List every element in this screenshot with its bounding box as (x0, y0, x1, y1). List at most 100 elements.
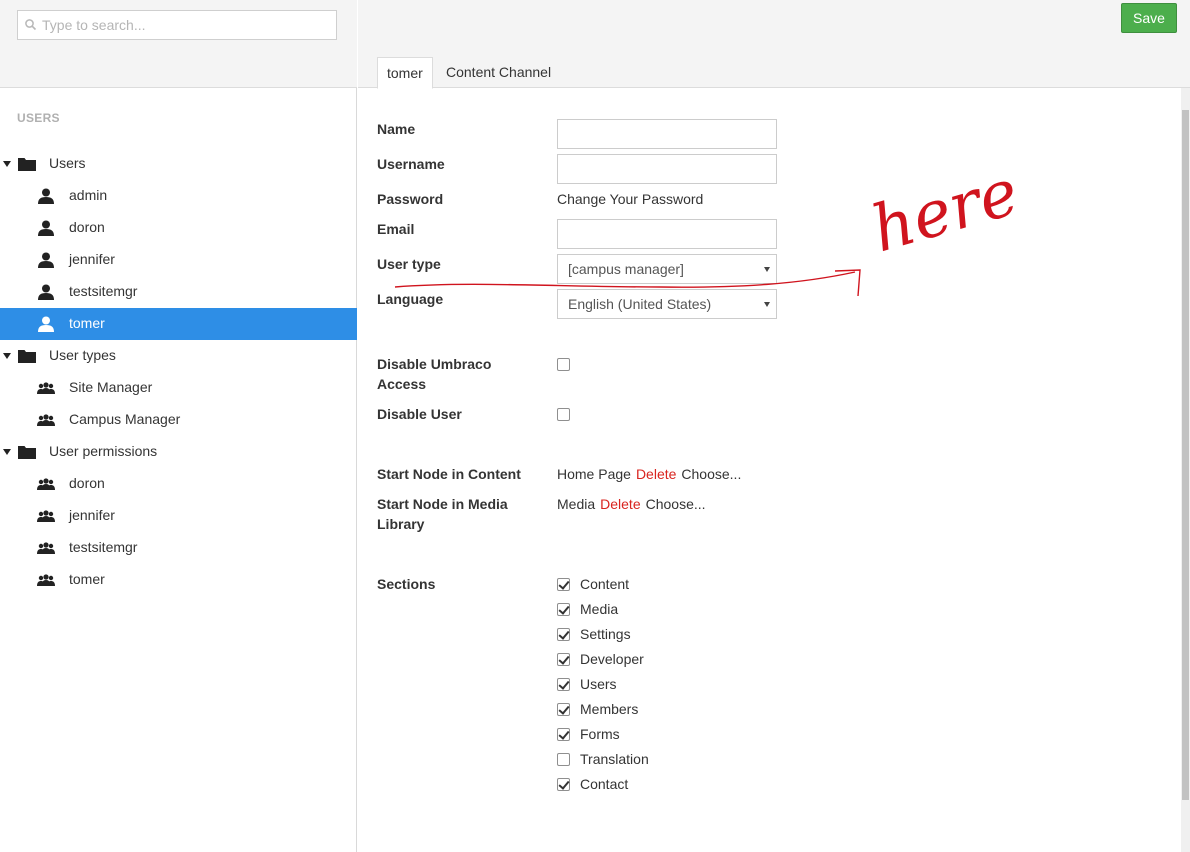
section-translation-label: Translation (580, 751, 649, 767)
users-group-icon (37, 478, 55, 490)
tree-node-users-folder[interactable]: Users (0, 148, 357, 180)
section-developer-checkbox[interactable] (557, 653, 570, 666)
tree-node-label: admin (69, 187, 108, 203)
user-icon (38, 316, 54, 332)
name-label: Name (377, 121, 416, 137)
folder-icon (18, 350, 36, 363)
scrollbar-thumb[interactable] (1182, 110, 1189, 800)
scrollbar[interactable] (1181, 88, 1190, 852)
language-select[interactable]: English (United States) (557, 289, 777, 319)
caret-down-icon[interactable] (3, 161, 11, 167)
start-node-media-value: Media Delete Choose... (557, 494, 706, 514)
email-label: Email (377, 221, 415, 237)
start-node-media-delete-link[interactable]: Delete (600, 496, 640, 512)
tree-node-label: doron (69, 475, 105, 491)
folder-icon (18, 158, 36, 171)
section-content-checkbox[interactable] (557, 578, 570, 591)
user-type-select[interactable]: [campus manager] (557, 254, 777, 284)
editor-header: Save tomer Content Channel (358, 0, 1190, 89)
tree-node-label: tomer (69, 315, 105, 331)
search-input[interactable] (42, 11, 332, 39)
tree-node-permission-testsitemgr[interactable]: testsitemgr (0, 532, 357, 564)
start-node-content-delete-link[interactable]: Delete (636, 466, 676, 482)
tree-node-label: jennifer (69, 507, 115, 523)
users-group-icon (37, 382, 55, 394)
language-selected-value: English (United States) (568, 296, 712, 312)
users-group-icon (37, 510, 55, 522)
dropdown-arrow-icon (764, 302, 770, 307)
section-members-label: Members (580, 701, 639, 717)
folder-icon (18, 446, 36, 459)
disable-umbraco-access-label: Disable Umbraco Access (377, 356, 492, 392)
tree-node-label: jennifer (69, 251, 115, 267)
caret-down-icon[interactable] (3, 449, 11, 455)
tree-node-user-doron[interactable]: doron (0, 212, 357, 244)
save-button[interactable]: Save (1121, 3, 1177, 33)
tree-node-label: testsitemgr (69, 539, 138, 555)
section-users-checkbox[interactable] (557, 678, 570, 691)
tree-node-permission-doron[interactable]: doron (0, 468, 357, 500)
section-media-checkbox[interactable] (557, 603, 570, 616)
section-developer-label: Developer (580, 651, 644, 667)
name-field[interactable] (557, 119, 777, 149)
username-label: Username (377, 156, 445, 172)
tree-node-permission-tomer[interactable]: tomer (0, 564, 357, 596)
section-translation-checkbox[interactable] (557, 753, 570, 766)
tree-node-user-types-folder[interactable]: User types (0, 340, 357, 372)
tree-node-user-tomer[interactable]: tomer (0, 308, 357, 340)
user-icon (38, 220, 54, 236)
user-icon (38, 188, 54, 204)
tree-node-label: testsitemgr (69, 283, 138, 299)
search-box[interactable] (17, 10, 337, 40)
tree-node-label: tomer (69, 571, 105, 587)
user-icon (38, 252, 54, 268)
tree-node-label: doron (69, 219, 105, 235)
start-node-content-label: Start Node in Content (377, 466, 521, 482)
user-type-label: User type (377, 256, 441, 272)
section-members-checkbox[interactable] (557, 703, 570, 716)
tree-node-user-admin[interactable]: admin (0, 180, 357, 212)
user-type-selected-value: [campus manager] (568, 261, 684, 277)
disable-user-label: Disable User (377, 406, 462, 422)
search-icon (25, 19, 37, 31)
disable-user-checkbox[interactable] (557, 408, 570, 421)
tree-node-user-permissions-folder[interactable]: User permissions (0, 436, 357, 468)
section-forms-checkbox[interactable] (557, 728, 570, 741)
change-password-link[interactable]: Change Your Password (557, 189, 703, 209)
tree-node-label: User types (49, 347, 116, 363)
section-settings-label: Settings (580, 626, 631, 642)
users-group-icon (37, 542, 55, 554)
dropdown-arrow-icon (764, 267, 770, 272)
tree-node-label: Users (49, 155, 86, 171)
disable-umbraco-access-checkbox[interactable] (557, 358, 570, 371)
main-panel: Save tomer Content Channel Name Username… (358, 0, 1190, 852)
start-node-media-label: Start Node in Media Library (377, 496, 508, 532)
user-icon (38, 284, 54, 300)
section-contact-label: Contact (580, 776, 629, 792)
caret-down-icon[interactable] (3, 353, 11, 359)
section-media-label: Media (580, 601, 619, 617)
tab-content-channel[interactable]: Content Channel (437, 57, 560, 89)
tree-node-permission-jennifer[interactable]: jennifer (0, 500, 357, 532)
tree-node-label: Site Manager (69, 379, 153, 395)
tree-node-usertype-campus-manager[interactable]: Campus Manager (0, 404, 357, 436)
sidebar-search-area (0, 0, 357, 88)
section-content-label: Content (580, 576, 630, 592)
tab-tomer[interactable]: tomer (377, 57, 433, 89)
start-node-content-value: Home Page Delete Choose... (557, 464, 741, 484)
tree-node-user-testsitemgr[interactable]: testsitemgr (0, 276, 357, 308)
tree-node-usertype-site-manager[interactable]: Site Manager (0, 372, 357, 404)
start-node-content-choose-link[interactable]: Choose... (681, 466, 741, 482)
tree-node-label: Campus Manager (69, 411, 181, 427)
section-heading: USERS (17, 111, 60, 125)
users-group-icon (37, 414, 55, 426)
section-forms-label: Forms (580, 726, 620, 742)
section-contact-checkbox[interactable] (557, 778, 570, 791)
username-field[interactable] (557, 154, 777, 184)
users-group-icon (37, 574, 55, 586)
start-node-media-choose-link[interactable]: Choose... (646, 496, 706, 512)
sidebar: USERS Users admin doron jennifer testsit… (0, 0, 357, 852)
tree-node-user-jennifer[interactable]: jennifer (0, 244, 357, 276)
email-field[interactable] (557, 219, 777, 249)
section-settings-checkbox[interactable] (557, 628, 570, 641)
